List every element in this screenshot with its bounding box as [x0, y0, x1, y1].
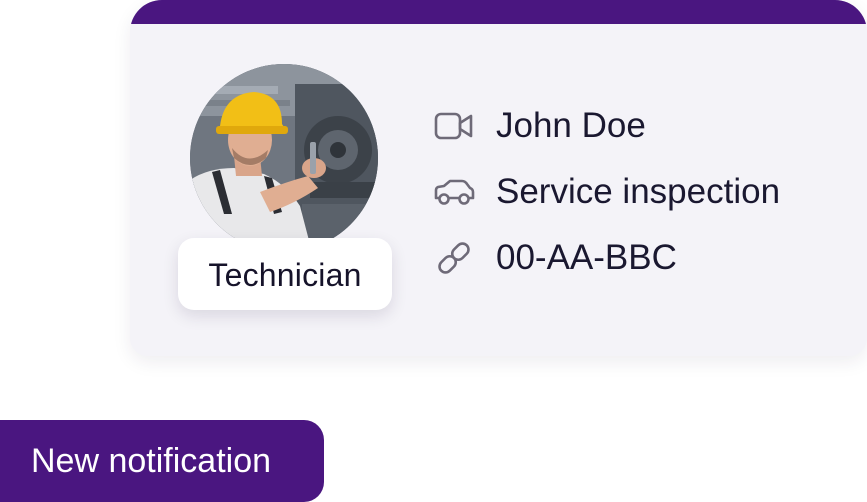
card-header-bar — [130, 0, 867, 24]
notification-scene: Technician John Doe Service inspection 0… — [0, 0, 867, 502]
license-plate: 00-AA-BBC — [496, 238, 677, 277]
role-label: Technician — [208, 256, 362, 293]
detail-row-service: Service inspection — [430, 162, 850, 222]
notification-label: New notification — [31, 441, 272, 480]
new-notification-button[interactable]: New notification — [0, 420, 324, 502]
detail-row-plate: 00-AA-BBC — [430, 228, 850, 288]
role-badge: Technician — [178, 238, 392, 310]
technician-photo — [190, 64, 378, 252]
detail-row-name: John Doe — [430, 96, 850, 156]
contact-name: John Doe — [496, 106, 646, 145]
technician-card: Technician John Doe Service inspection 0… — [130, 0, 867, 356]
service-type: Service inspection — [496, 172, 781, 211]
avatar — [190, 64, 378, 252]
video-camera-icon — [430, 106, 478, 146]
car-icon — [430, 172, 478, 212]
link-icon — [430, 238, 478, 278]
